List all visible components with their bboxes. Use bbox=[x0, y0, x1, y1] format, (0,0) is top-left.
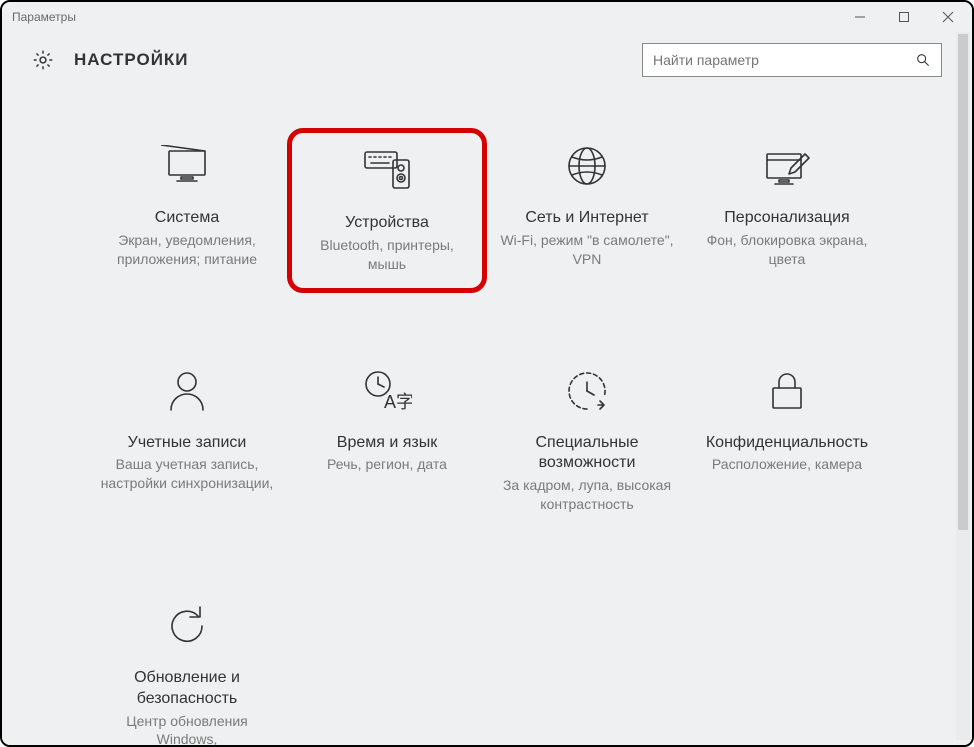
minimize-button[interactable] bbox=[838, 3, 882, 31]
tile-desc: Wi-Fi, режим "в самолете", VPN bbox=[497, 231, 677, 269]
header: НАСТРОЙКИ bbox=[2, 32, 972, 88]
tile-label: Сеть и Интернет bbox=[525, 208, 648, 229]
tile-desc: Ваша учетная запись, настройки синхрониз… bbox=[97, 455, 277, 493]
maximize-button[interactable] bbox=[882, 3, 926, 31]
tile-label: Учетные записи bbox=[128, 433, 247, 454]
tile-update-security[interactable]: Обновление и безопасность Центр обновлен… bbox=[87, 588, 287, 745]
ease-of-access-icon bbox=[564, 363, 610, 419]
tile-label: Система bbox=[155, 208, 219, 229]
tile-desc: Фон, блокировка экрана, цвета bbox=[697, 231, 877, 269]
gear-icon bbox=[32, 49, 54, 71]
tile-network[interactable]: Сеть и Интернет Wi-Fi, режим "в самолете… bbox=[487, 128, 687, 293]
tile-accounts[interactable]: Учетные записи Ваша учетная запись, наст… bbox=[87, 353, 287, 528]
search-box[interactable] bbox=[642, 43, 942, 77]
page-title: НАСТРОЙКИ bbox=[74, 50, 189, 70]
search-icon bbox=[915, 52, 931, 68]
titlebar: Параметры bbox=[2, 2, 972, 32]
personalize-icon bbox=[761, 138, 813, 194]
lock-icon bbox=[767, 363, 807, 419]
tile-desc: Речь, регион, дата bbox=[327, 455, 447, 474]
settings-window: Параметры НАСТРОЙКИ bbox=[2, 2, 972, 745]
tile-label: Персонализация bbox=[724, 208, 849, 229]
tile-devices[interactable]: Устройства Bluetooth, принтеры, мышь bbox=[287, 128, 487, 293]
globe-icon bbox=[564, 138, 610, 194]
tile-label: Устройства bbox=[345, 213, 429, 234]
tile-label: Время и язык bbox=[337, 433, 437, 454]
tile-desc: Расположение, камера bbox=[712, 455, 862, 474]
tile-label: Специальные возможности bbox=[497, 433, 677, 475]
svg-text:A字: A字 bbox=[384, 392, 412, 412]
tile-time-language[interactable]: A字 Время и язык Речь, регион, дата bbox=[287, 353, 487, 528]
person-icon bbox=[166, 363, 208, 419]
update-icon bbox=[164, 598, 210, 654]
tile-ease-of-access[interactable]: Специальные возможности За кадром, лупа,… bbox=[487, 353, 687, 528]
tiles-grid: Система Экран, уведомления, приложения; … bbox=[42, 128, 932, 745]
tile-personalization[interactable]: Персонализация Фон, блокировка экрана, ц… bbox=[687, 128, 887, 293]
tile-desc: За кадром, лупа, высокая контрастность bbox=[497, 476, 677, 514]
window-controls bbox=[838, 3, 970, 31]
search-input[interactable] bbox=[653, 52, 915, 68]
content-area: Система Экран, уведомления, приложения; … bbox=[2, 88, 972, 745]
window-title: Параметры bbox=[12, 10, 76, 24]
scrollbar-thumb[interactable] bbox=[958, 34, 968, 530]
tile-desc: Экран, уведомления, приложения; питание bbox=[97, 231, 277, 269]
tile-label: Обновление и безопасность bbox=[97, 668, 277, 710]
close-button[interactable] bbox=[926, 3, 970, 31]
time-language-icon: A字 bbox=[362, 363, 412, 419]
tile-label: Конфиденциальность bbox=[706, 433, 868, 454]
tile-privacy[interactable]: Конфиденциальность Расположение, камера bbox=[687, 353, 887, 528]
scrollbar[interactable] bbox=[956, 32, 970, 740]
monitor-icon bbox=[161, 138, 213, 194]
tile-desc: Bluetooth, принтеры, мышь bbox=[302, 236, 472, 274]
devices-icon bbox=[359, 143, 415, 199]
tile-desc: Центр обновления Windows, bbox=[97, 712, 277, 745]
tile-system[interactable]: Система Экран, уведомления, приложения; … bbox=[87, 128, 287, 293]
